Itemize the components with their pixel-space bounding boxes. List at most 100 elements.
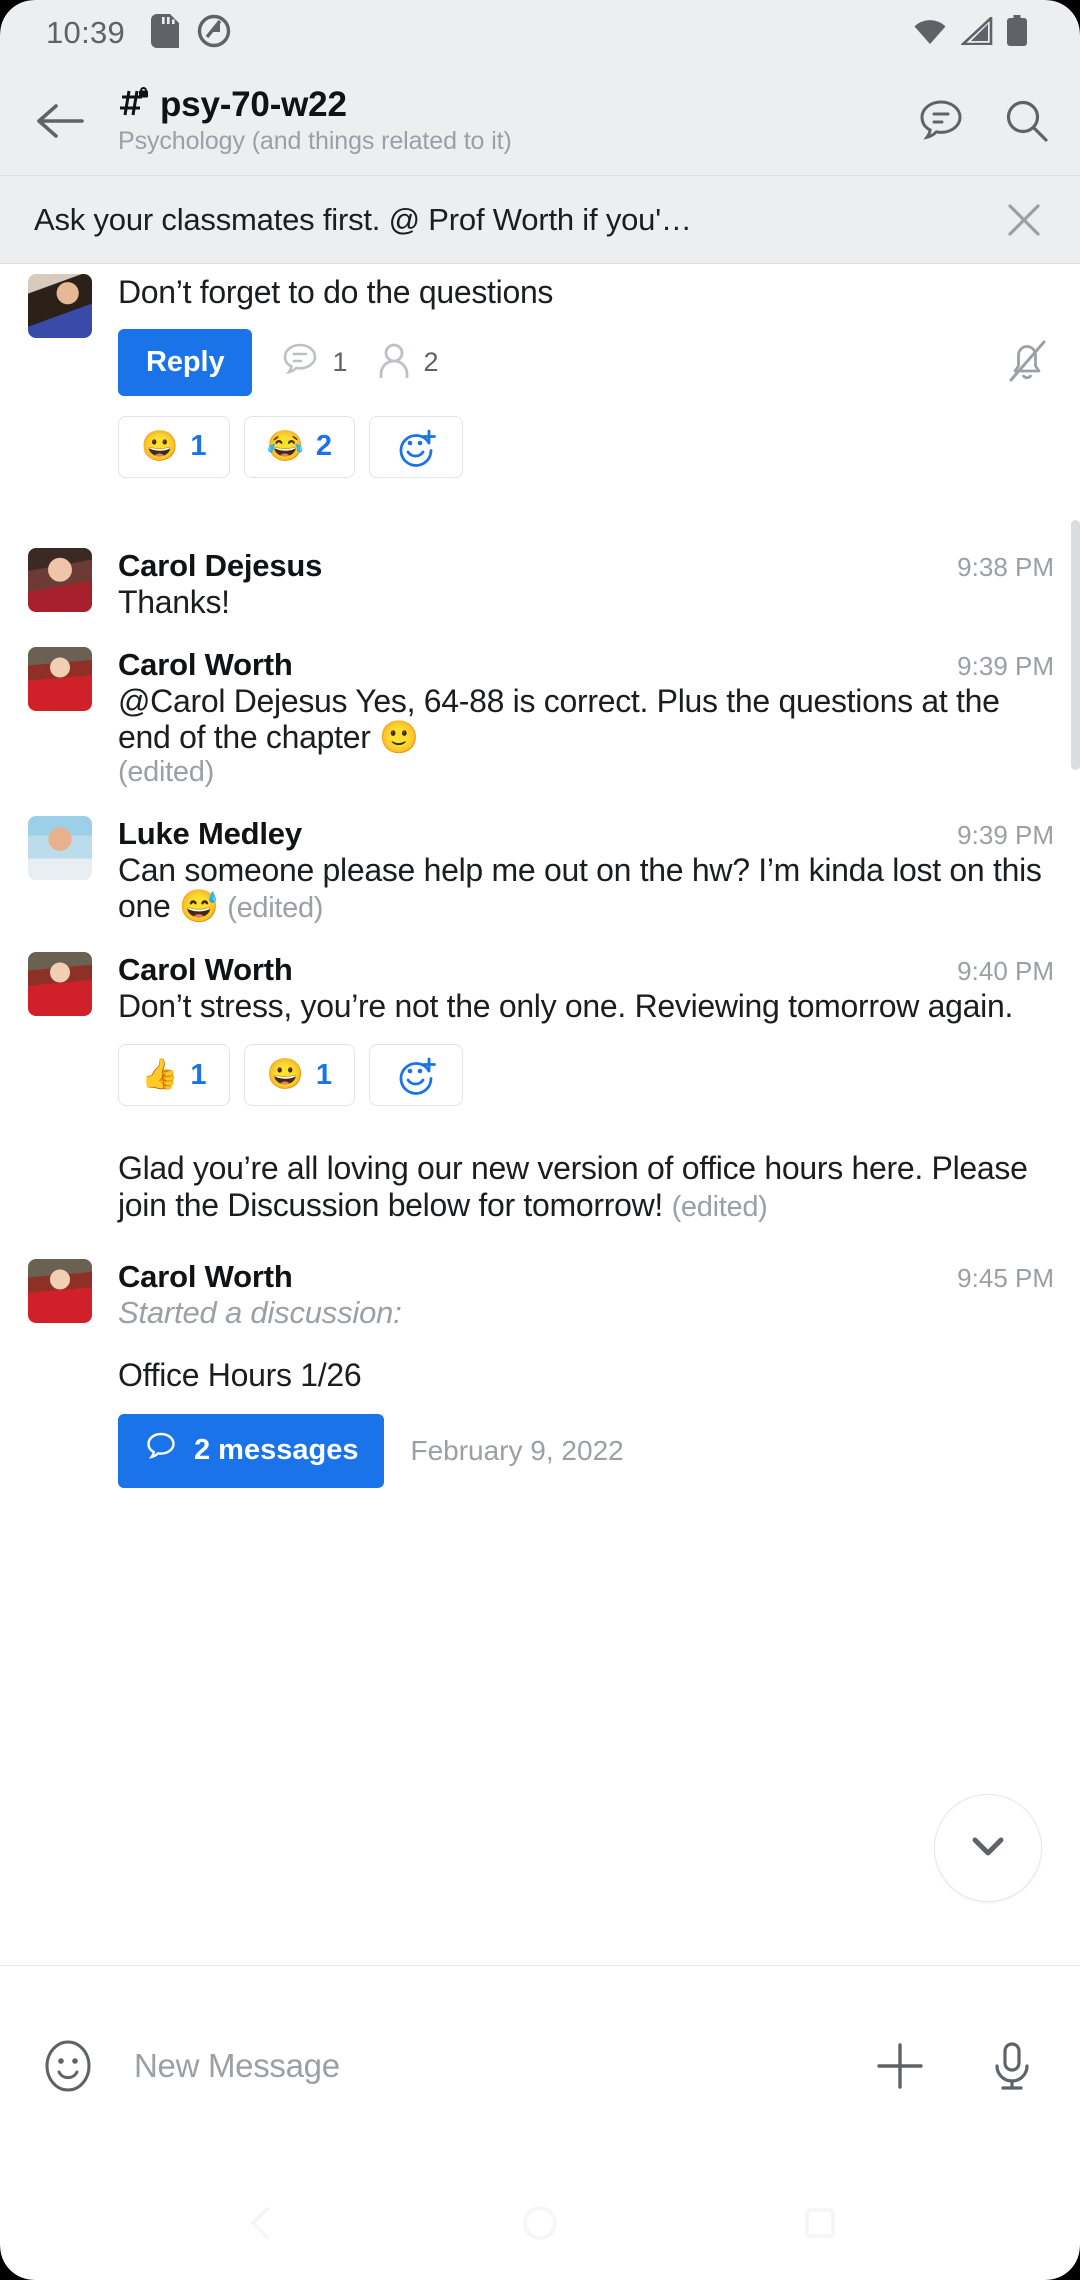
tears-of-joy-reaction[interactable]: 😂 2 (243, 415, 355, 478)
chevron-down-icon (962, 1820, 1014, 1877)
scrollbar-thumb[interactable] (1071, 520, 1080, 770)
message-author: Luke Medley (118, 815, 302, 851)
message-text: Don’t stress, you’re not the only one. R… (118, 987, 1014, 1024)
reply-button[interactable]: Reply (118, 328, 253, 396)
message-timestamp: 9:45 PM (957, 1262, 1054, 1293)
reaction-emoji: 😀 (141, 429, 179, 463)
grinning-face-reaction[interactable]: 😀 1 (243, 1044, 355, 1107)
message-item[interactable]: Carol Worth 9:39 PM @Carol Dejesus Yes, … (0, 646, 1080, 790)
avatar[interactable] (28, 274, 92, 338)
thread-count: 1 (332, 346, 348, 377)
message-body: Glad you’re all loving our new version o… (92, 1150, 1054, 1224)
thumbs-up-reaction[interactable]: 👍 1 (118, 1044, 230, 1107)
avatar[interactable] (28, 547, 92, 612)
edited-label: (edited) (118, 756, 214, 789)
grinning-face-reaction[interactable]: 😀 1 (118, 415, 230, 478)
message-header: Carol Worth 9:40 PM (118, 952, 1054, 988)
emoji-face-icon[interactable] (32, 2030, 104, 2102)
message-header: Carol Worth 9:45 PM (118, 1259, 1054, 1295)
discussion-messages-button[interactable]: 2 messages (118, 1413, 385, 1488)
message-item[interactable]: Carol Worth 9:40 PM Don’t stress, you’re… (0, 951, 1080, 1107)
reaction-count: 2 (315, 430, 332, 463)
device-corner (0, 2246, 34, 2280)
avatar[interactable] (28, 646, 92, 711)
message-author: Carol Worth (118, 646, 293, 682)
scrollbar-track[interactable] (1071, 264, 1080, 1965)
message-composer: New Message (0, 1965, 1080, 2165)
avatar[interactable] (28, 815, 92, 880)
battery-icon (1006, 14, 1028, 52)
discussion-footer: 2 messages February 9, 2022 (118, 1413, 1054, 1488)
nav-back-icon[interactable] (215, 2178, 305, 2268)
message-header: Carol Dejesus 9:38 PM (118, 548, 1054, 584)
status-left-icons (151, 13, 231, 53)
discussion-messages-label: 2 messages (194, 1434, 359, 1467)
nav-recents-icon[interactable] (775, 2178, 865, 2268)
pinned-banner-text: Ask your classmates first. @ Prof Worth … (34, 201, 692, 237)
scroll-to-bottom-button[interactable] (934, 1794, 1042, 1902)
edited-label: (edited) (227, 892, 324, 925)
message-item[interactable]: Don’t forget to do the questions Reply 1… (0, 274, 1080, 478)
participant-count-chip[interactable]: 2 (376, 340, 439, 385)
message-header: Luke Medley 9:39 PM (118, 816, 1054, 852)
message-author: Carol Dejesus (118, 547, 323, 583)
message-text: Can someone please help me out on the hw… (118, 852, 1054, 926)
reaction-count: 1 (315, 1058, 332, 1091)
search-icon[interactable] (996, 90, 1058, 152)
add-reaction-icon[interactable] (369, 1044, 463, 1107)
pinned-banner[interactable]: Ask your classmates first. @ Prof Worth … (0, 176, 1080, 264)
threads-icon[interactable] (910, 90, 972, 152)
started-discussion-label: Started a discussion: (118, 1294, 402, 1330)
message-author: Carol Worth (118, 951, 293, 987)
page-title: psy-70-w22 (160, 85, 347, 124)
reaction-bar: 👍 1 😀 1 (118, 1044, 1054, 1107)
message-timestamp: 9:39 PM (957, 819, 1054, 850)
reaction-emoji: 😂 (266, 429, 304, 463)
person-icon (376, 340, 412, 385)
message-timestamp: 9:38 PM (957, 551, 1054, 582)
message-body: Don’t forget to do the questions Reply 1… (92, 274, 1054, 478)
device-corner (1046, 2246, 1080, 2280)
close-icon[interactable] (992, 188, 1056, 252)
header-text-block[interactable]: psy-70-w22 Psychology (and things relate… (118, 85, 910, 156)
discussion-title[interactable]: Office Hours 1/26 (118, 1357, 1054, 1394)
channel-subtitle: Psychology (and things related to it) (118, 127, 512, 155)
microphone-icon[interactable] (976, 2030, 1048, 2102)
message-body: Carol Dejesus 9:38 PM Thanks! (92, 548, 1054, 621)
bell-off-icon[interactable] (1000, 333, 1054, 392)
reaction-emoji: 👍 (141, 1058, 179, 1092)
message-body-text: Glad you’re all loving our new version o… (118, 1150, 1028, 1224)
message-item[interactable]: Glad you’re all loving our new version o… (0, 1150, 1080, 1224)
reaction-bar: 😀 1 😂 2 (118, 415, 1054, 478)
reaction-count: 1 (190, 1058, 207, 1091)
status-bar: 10:39 (0, 0, 1080, 66)
message-body: Carol Worth 9:40 PM Don’t stress, you’re… (92, 952, 1054, 1107)
nav-home-icon[interactable] (495, 2178, 585, 2268)
edited-label: (edited) (671, 1191, 768, 1224)
wifi-icon (912, 17, 948, 50)
back-button[interactable] (24, 85, 96, 157)
message-header: Carol Worth 9:39 PM (118, 647, 1054, 683)
plus-icon[interactable] (864, 2030, 936, 2102)
message-item[interactable]: Carol Dejesus 9:38 PM Thanks! (0, 547, 1080, 621)
message-item[interactable]: Luke Medley 9:39 PM Can someone please h… (0, 815, 1080, 926)
message-body: Carol Worth 9:39 PM @Carol Dejesus Yes, … (92, 647, 1054, 790)
thread-count-chip[interactable]: 1 (280, 340, 348, 385)
message-timestamp: 9:40 PM (957, 955, 1054, 986)
avatar[interactable] (28, 951, 92, 1016)
cell-signal-icon (959, 14, 993, 50)
avatar[interactable] (28, 1258, 92, 1323)
message-input[interactable]: New Message (104, 2047, 864, 2085)
discussion-bubble-icon (144, 1430, 178, 1472)
add-reaction-icon[interactable] (369, 415, 463, 478)
discussion-date: February 9, 2022 (410, 1434, 624, 1466)
message-item[interactable]: Carol Worth 9:45 PM Started a discussion… (0, 1258, 1080, 1488)
message-body: Luke Medley 9:39 PM Can someone please h… (92, 816, 1054, 926)
message-list[interactable]: Don’t forget to do the questions Reply 1… (0, 264, 1080, 1965)
private-channel-icon (118, 86, 150, 125)
status-right-icons (912, 14, 1050, 52)
thread-reply-row: Reply 1 2 (118, 328, 1054, 396)
reaction-emoji: 😀 (266, 1058, 304, 1092)
participant-count: 2 (423, 346, 439, 377)
header-actions (910, 90, 1058, 152)
